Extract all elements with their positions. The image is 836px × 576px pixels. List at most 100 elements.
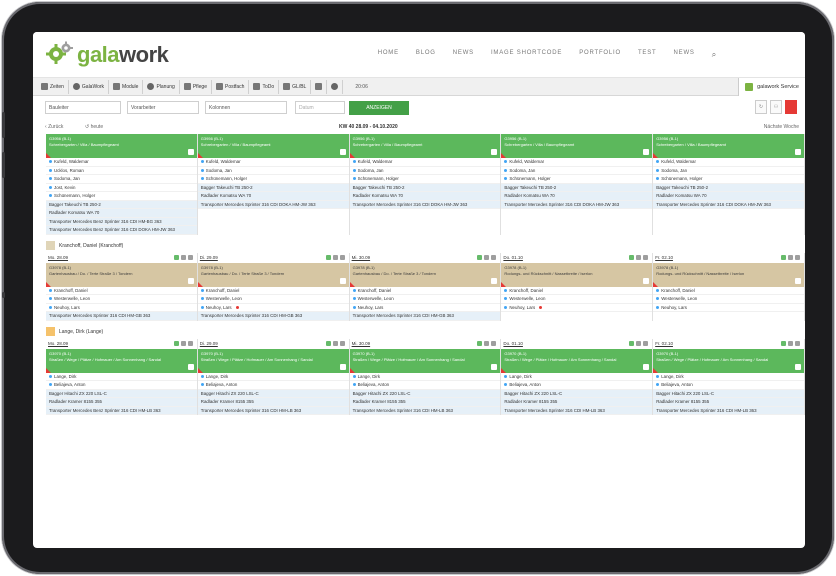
- machine-row[interactable]: Transporter Mercedes Sprinter 316 CDI DO…: [501, 200, 653, 209]
- job-header[interactable]: G3978 (B-1) Gartenhausbau / Do. / Terte …: [197, 262, 349, 287]
- worker-row[interactable]: Schünemann, Holger: [46, 192, 197, 201]
- day-header[interactable]: Di. 29.09: [198, 253, 349, 263]
- logo[interactable]: galawork: [45, 40, 169, 70]
- search-icon[interactable]: ⌕: [712, 50, 717, 60]
- machine-row[interactable]: Transporter Mercedes Sprinter 316 CDI HM…: [501, 406, 653, 415]
- worker-row[interactable]: Kranchoff, Daniel: [349, 287, 501, 295]
- day-header[interactable]: Mi. 30.09: [350, 339, 501, 349]
- machine-row[interactable]: Transporter Mercedes Sprinter 316 CDI DO…: [197, 200, 349, 209]
- add-icon[interactable]: [325, 254, 331, 260]
- worker-row[interactable]: Sodoma, Jan: [653, 167, 804, 175]
- comment-icon[interactable]: [787, 340, 793, 346]
- machine-row[interactable]: Radlader Komatsu WA 70: [501, 192, 653, 201]
- record-icon[interactable]: [785, 100, 797, 114]
- job-checkbox[interactable]: [794, 277, 801, 284]
- day-header[interactable]: Mo. 28.09: [46, 339, 197, 349]
- machine-row[interactable]: Bagger Hitachi ZX 220 LSL-C: [197, 389, 349, 398]
- comment-icon[interactable]: [484, 254, 490, 260]
- job-checkbox[interactable]: [339, 363, 346, 370]
- add-icon[interactable]: [173, 340, 179, 346]
- info-icon[interactable]: [187, 340, 193, 346]
- job-checkbox[interactable]: [491, 363, 498, 370]
- info-icon[interactable]: [491, 340, 497, 346]
- worker-row[interactable]: Kranchoff, Daniel: [653, 287, 804, 295]
- vorarbeiter-select[interactable]: Vorarbeiter: [127, 101, 199, 114]
- job-header[interactable]: G3956 (B-1) Schrebergarten / Villa / Bau…: [197, 134, 349, 158]
- toolbar-module[interactable]: Module: [109, 79, 144, 94]
- machine-row[interactable]: Bagger Takeuchi TB 250-2: [46, 200, 197, 209]
- worker-row[interactable]: Westerwelle, Leon: [501, 295, 653, 304]
- worker-row[interactable]: Kufeld, Waldemar: [349, 158, 501, 167]
- machine-row[interactable]: Bagger Takeuchi TB 250-2: [349, 183, 501, 192]
- day-header[interactable]: Do. 01.10: [501, 253, 652, 263]
- job-header[interactable]: G3956 (B-1) Schrebergarten / Villa / Bau…: [349, 134, 501, 158]
- nav-test[interactable]: TEST: [638, 50, 657, 60]
- worker-row[interactable]: Schünemann, Holger: [501, 175, 653, 184]
- job-checkbox[interactable]: [491, 277, 498, 284]
- add-icon[interactable]: [629, 340, 635, 346]
- add-icon[interactable]: [173, 254, 179, 260]
- job-checkbox[interactable]: [643, 277, 650, 284]
- job-checkbox[interactable]: [339, 277, 346, 284]
- comment-icon[interactable]: [332, 340, 338, 346]
- worker-row[interactable]: Schünemann, Holger: [653, 175, 804, 184]
- bauleiter-select[interactable]: Bauleiter: [45, 101, 121, 114]
- info-icon[interactable]: [794, 340, 800, 346]
- info-icon[interactable]: [187, 254, 193, 260]
- machine-row[interactable]: Radlader Kramer 8155 355: [653, 398, 804, 407]
- machine-row[interactable]: Transporter Mercedes Sprinter 316 CDI HM…: [349, 312, 501, 321]
- job-checkbox[interactable]: [339, 149, 346, 155]
- machine-row[interactable]: Radlader Kramer 8155 355: [46, 398, 197, 407]
- job-header[interactable]: G3970 (B-1) Straßen / Wege / Plätze / Ho…: [46, 348, 197, 373]
- back-link[interactable]: ‹ Zurück: [45, 124, 63, 130]
- machine-row[interactable]: Bagger Hitachi ZX 220 LSL-C: [501, 389, 653, 398]
- worker-row[interactable]: Lange, Dirk: [501, 373, 653, 381]
- machine-row[interactable]: Bagger Hitachi ZX 220 LSL-C: [349, 389, 501, 398]
- day-header[interactable]: Mi. 30.09: [350, 253, 501, 263]
- toolbar-pflege[interactable]: Pflege: [180, 79, 212, 94]
- info-icon[interactable]: [643, 254, 649, 260]
- worker-row[interactable]: Sodoma, Jan: [46, 175, 197, 184]
- nav-news-2[interactable]: NEWS: [674, 50, 695, 60]
- job-header[interactable]: G3970 (B-1) Straßen / Wege / Plätze / Ho…: [349, 348, 501, 373]
- today-link[interactable]: ↺ heute: [85, 124, 103, 130]
- job-header[interactable]: G3956 (B-1) Schrebergarten / Villa / Bau…: [501, 134, 653, 158]
- job-checkbox[interactable]: [794, 149, 801, 155]
- job-header[interactable]: G3970 (B-1) Straßen / Wege / Plätze / Ho…: [197, 348, 349, 373]
- add-icon[interactable]: [780, 340, 786, 346]
- add-icon[interactable]: [477, 254, 483, 260]
- worker-row[interactable]: Sodoma, Jan: [501, 167, 653, 175]
- job-header[interactable]: G3978 (B-1) Gartenhausbau / Do. / Terte …: [349, 262, 501, 287]
- day-header[interactable]: Fr. 02.10: [653, 339, 804, 349]
- show-button[interactable]: ANZEIGEN: [349, 101, 409, 115]
- worker-row[interactable]: Lange, Dirk: [197, 373, 349, 381]
- nav-image-shortcode[interactable]: IMAGE SHORTCODE: [491, 50, 562, 60]
- add-icon[interactable]: [325, 340, 331, 346]
- user-menu[interactable]: galawork Service: [738, 77, 805, 96]
- info-icon[interactable]: [491, 254, 497, 260]
- machine-row[interactable]: Bagger Takeuchi TB 250-2: [653, 183, 804, 192]
- worker-row[interactable]: Westerwelle, Leon: [349, 295, 501, 304]
- worker-row[interactable]: Beliajeva, Anton: [46, 381, 197, 390]
- comment-icon[interactable]: [180, 254, 186, 260]
- machine-row[interactable]: Bagger Hitachi ZX 220 LSL-C: [46, 389, 197, 398]
- add-icon[interactable]: [780, 254, 786, 260]
- worker-row[interactable]: Neuhoy, Lars: [653, 304, 804, 312]
- info-icon[interactable]: [339, 340, 345, 346]
- job-checkbox[interactable]: [643, 149, 650, 155]
- machine-row[interactable]: Transporter Mercedes Sprinter 316 CDI HM…: [197, 406, 349, 415]
- job-header[interactable]: G3978 (B-1) Gartenhausbau / Do. / Terte …: [46, 262, 197, 287]
- worker-row[interactable]: Lange, Dirk: [653, 373, 804, 381]
- machine-row[interactable]: Radlader Kramer 8155 355: [197, 398, 349, 407]
- job-header[interactable]: G3956 (B-1) Schrebergarten / Villa / Bau…: [46, 134, 197, 158]
- toolbar-zeiten[interactable]: Zeiten: [37, 79, 69, 94]
- comment-icon[interactable]: [636, 340, 642, 346]
- worker-row[interactable]: Sodoma, Jan: [197, 167, 349, 175]
- nav-portfolio[interactable]: PORTFOLIO: [579, 50, 621, 60]
- job-checkbox[interactable]: [187, 149, 194, 155]
- people-icon[interactable]: ⚇: [770, 100, 782, 114]
- info-icon[interactable]: [339, 254, 345, 260]
- machine-row[interactable]: Radlader Komatsu WA 70: [349, 192, 501, 201]
- machine-row[interactable]: Transporter Mercedes Benz Sprinter 316 C…: [46, 217, 197, 226]
- comment-icon[interactable]: [180, 340, 186, 346]
